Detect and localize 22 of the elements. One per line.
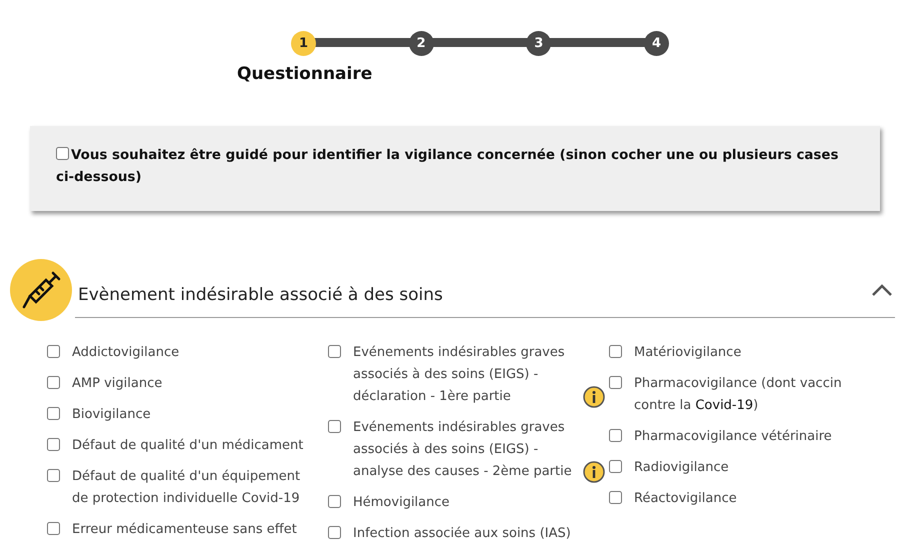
- step-indicator[interactable]: 4: [644, 30, 669, 56]
- step-indicator[interactable]: 1: [291, 30, 316, 56]
- vigilance-label: Infection associée aux soins (IAS): [353, 525, 571, 543]
- vigilance-label: Hémovigilance: [353, 494, 450, 512]
- vigilance-label: Evénements indésirables graves associés à des soins (EIGS) - déclaration - 1ère partie: [353, 344, 566, 406]
- vigilance-label: Evénements indésirables graves associés à des soins (EIGS) - analyse des causes - 2ème partie: [353, 419, 573, 481]
- vigilance-label: Erreur médicamenteuse sans effet: [72, 521, 297, 539]
- step-indicator[interactable]: 2: [408, 30, 434, 56]
- step-indicator[interactable]: 3: [526, 30, 552, 56]
- vigilance-label: AMP vigilance: [72, 375, 162, 393]
- vigilance-label: Pharmacovigilance vétérinaire: [634, 428, 832, 446]
- vigilance-label: Pharmacovigilance (dont vaccin contre la Covid-19): [634, 375, 843, 415]
- vigilance-label: Radiovigilance: [634, 459, 729, 477]
- vigilance-label: Addictovigilance: [72, 344, 180, 362]
- vigilance-label: Défaut de qualité d'un équipement de protection individuelle Covid-19: [72, 468, 302, 508]
- vigilance-label: Réactovigilance: [634, 490, 737, 508]
- guide-text: Vous souhaitez être guidé pour identifier la vigilance concernée (sinon cocher une ou plusieurs cases ci-dessous): [56, 146, 840, 187]
- step-label: Questionnaire: [237, 64, 372, 84]
- vigilance-label: Défaut de qualité d'un médicament: [72, 437, 304, 455]
- vigilance-label: Matériovigilance: [634, 344, 742, 362]
- vigilance-label: Biovigilance: [72, 406, 151, 424]
- section-title: Evènement indésirable associé à des soins: [78, 285, 444, 305]
